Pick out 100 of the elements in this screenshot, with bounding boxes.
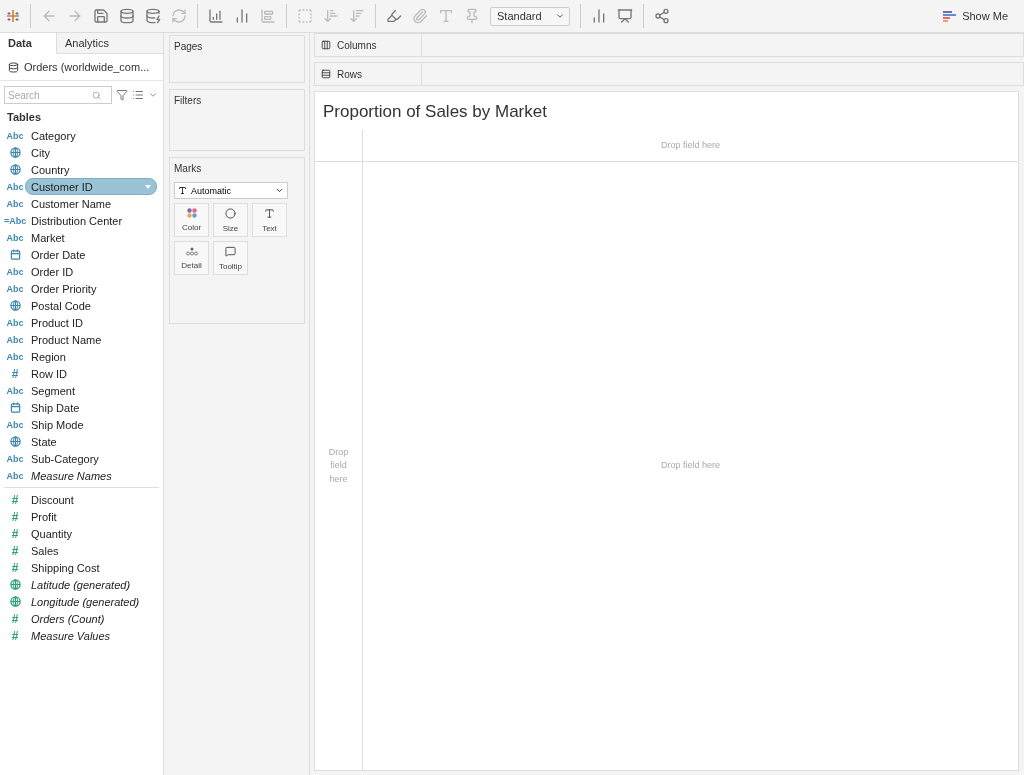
mark-property-button[interactable]: Detail — [174, 241, 209, 275]
logo-icon — [6, 9, 20, 23]
field-type-glyph: Abc — [7, 419, 23, 430]
field-item[interactable]: Region — [25, 348, 157, 365]
sort-ascending-icon[interactable] — [323, 8, 339, 24]
field-item[interactable]: Customer ID — [25, 178, 157, 195]
pane-tab[interactable]: Analytics — [56, 33, 163, 54]
drop-zone-hint: Drop field here — [660, 138, 720, 152]
text-icon — [264, 207, 275, 219]
section-heading: Tables — [6, 110, 43, 125]
field-item[interactable]: State — [25, 433, 157, 450]
field-type-glyph: Abc — [7, 334, 23, 345]
sort-descending-icon[interactable] — [349, 8, 365, 24]
mark-property-button[interactable]: Tooltip — [213, 241, 248, 275]
field-item[interactable]: Row ID — [25, 365, 157, 382]
field-type-glyph: # — [10, 492, 20, 507]
search-field[interactable]: Search — [8, 89, 92, 101]
field-item[interactable]: Latitude (generated) — [25, 576, 157, 593]
speech-bubble-icon — [225, 245, 236, 257]
field-type-glyph: # — [10, 628, 20, 643]
field-type-glyph: Abc — [7, 283, 23, 294]
field-type-glyph: Abc — [7, 317, 23, 328]
highlighter-icon[interactable] — [386, 8, 402, 24]
field-item[interactable]: Market — [25, 229, 157, 246]
field-item[interactable]: Sub-Category — [25, 450, 157, 467]
field-type-glyph: Abc — [7, 351, 23, 362]
field-type-glyph: # — [10, 366, 20, 381]
card-title: Pages — [174, 41, 204, 52]
drop-zone-hint: Drop field here — [660, 459, 720, 473]
field-item[interactable]: Longitude (generated) — [25, 593, 157, 610]
caret-icon — [555, 11, 565, 21]
field-type-glyph: Abc — [7, 385, 23, 396]
sheet-title: Proportion of Sales by Market — [322, 101, 548, 123]
field-type-glyph: Abc — [7, 232, 23, 243]
field-item[interactable]: Ship Date — [25, 399, 157, 416]
field-item[interactable]: Distribution Center — [25, 212, 157, 229]
field-item[interactable]: Product ID — [25, 314, 157, 331]
field-item[interactable]: Orders (Count) — [25, 610, 157, 627]
field-item[interactable]: Measure Values — [25, 627, 157, 644]
back-arrow-icon[interactable] — [41, 8, 57, 24]
pin-icon[interactable] — [464, 8, 480, 24]
field-item[interactable]: Discount — [25, 491, 157, 508]
field-item[interactable]: Country — [25, 161, 157, 178]
presentation-icon[interactable] — [617, 8, 633, 24]
field-item[interactable]: Order ID — [25, 263, 157, 280]
show-me-button[interactable]: Show Me — [937, 9, 1018, 23]
shelf-label: Columns — [337, 39, 377, 51]
field-item[interactable]: Sales — [25, 542, 157, 559]
field-type-glyph: # — [10, 611, 20, 626]
list-view-icon[interactable] — [132, 89, 144, 101]
new-chart-icon[interactable] — [208, 8, 224, 24]
columns-icon — [321, 40, 331, 50]
field-item[interactable]: Order Priority — [25, 280, 157, 297]
field-type-glyph: # — [10, 560, 20, 575]
data-source-name[interactable]: Orders (worldwide_com... — [24, 61, 150, 73]
mark-type-dropdown[interactable]: Automatic — [174, 182, 288, 199]
field-item[interactable]: Customer Name — [25, 195, 157, 212]
field-item[interactable]: Ship Mode — [25, 416, 157, 433]
database-icon — [8, 61, 19, 73]
mark-property-button[interactable]: Text — [252, 203, 287, 237]
field-item[interactable]: Postal Code — [25, 297, 157, 314]
field-type-glyph: # — [10, 509, 20, 524]
field-item[interactable]: City — [25, 144, 157, 161]
field-item[interactable]: Category — [25, 127, 157, 144]
field-type-glyph: # — [10, 526, 20, 541]
fit-dropdown[interactable]: Standard — [490, 6, 570, 26]
save-icon[interactable] — [93, 8, 109, 24]
caret-icon — [275, 186, 284, 195]
shelf-label: Rows — [337, 68, 362, 80]
field-item[interactable]: Quantity — [25, 525, 157, 542]
caret-icon[interactable] — [148, 90, 158, 100]
field-item[interactable]: Measure Names — [25, 467, 157, 484]
search-field[interactable]: Search — [4, 86, 112, 104]
drop-zone-hint: Drop field here — [327, 445, 350, 486]
field-type-glyph: Abc — [7, 198, 23, 209]
field-type-glyph: Abc — [7, 453, 23, 464]
mark-property-button[interactable]: Size — [213, 203, 248, 237]
field-item[interactable]: Profit — [25, 508, 157, 525]
text-icon — [178, 186, 187, 195]
filter-icon[interactable] — [116, 89, 128, 101]
field-item[interactable]: Shipping Cost — [25, 559, 157, 576]
dots-icon — [185, 246, 198, 256]
field-item[interactable]: Product Name — [25, 331, 157, 348]
text-box-icon[interactable] — [438, 8, 454, 24]
search-icon — [92, 90, 101, 100]
caret-icon[interactable] — [145, 184, 151, 189]
field-type-glyph: # — [10, 543, 20, 558]
field-item[interactable]: Order Date — [25, 246, 157, 263]
refresh-icon[interactable] — [171, 8, 187, 24]
field-type-glyph: Abc — [7, 181, 23, 192]
rows-icon — [321, 69, 331, 79]
field-item[interactable]: Segment — [25, 382, 157, 399]
paperclip-icon[interactable] — [412, 8, 428, 24]
card-title: Marks — [174, 163, 203, 174]
mark-property-button[interactable]: Color — [174, 203, 209, 237]
field-type-glyph: Abc — [7, 266, 23, 277]
share-icon[interactable] — [654, 8, 670, 24]
forward-arrow-icon[interactable] — [67, 8, 83, 24]
field-type-glyph: Abc — [7, 130, 23, 141]
bars-icon — [943, 10, 957, 22]
